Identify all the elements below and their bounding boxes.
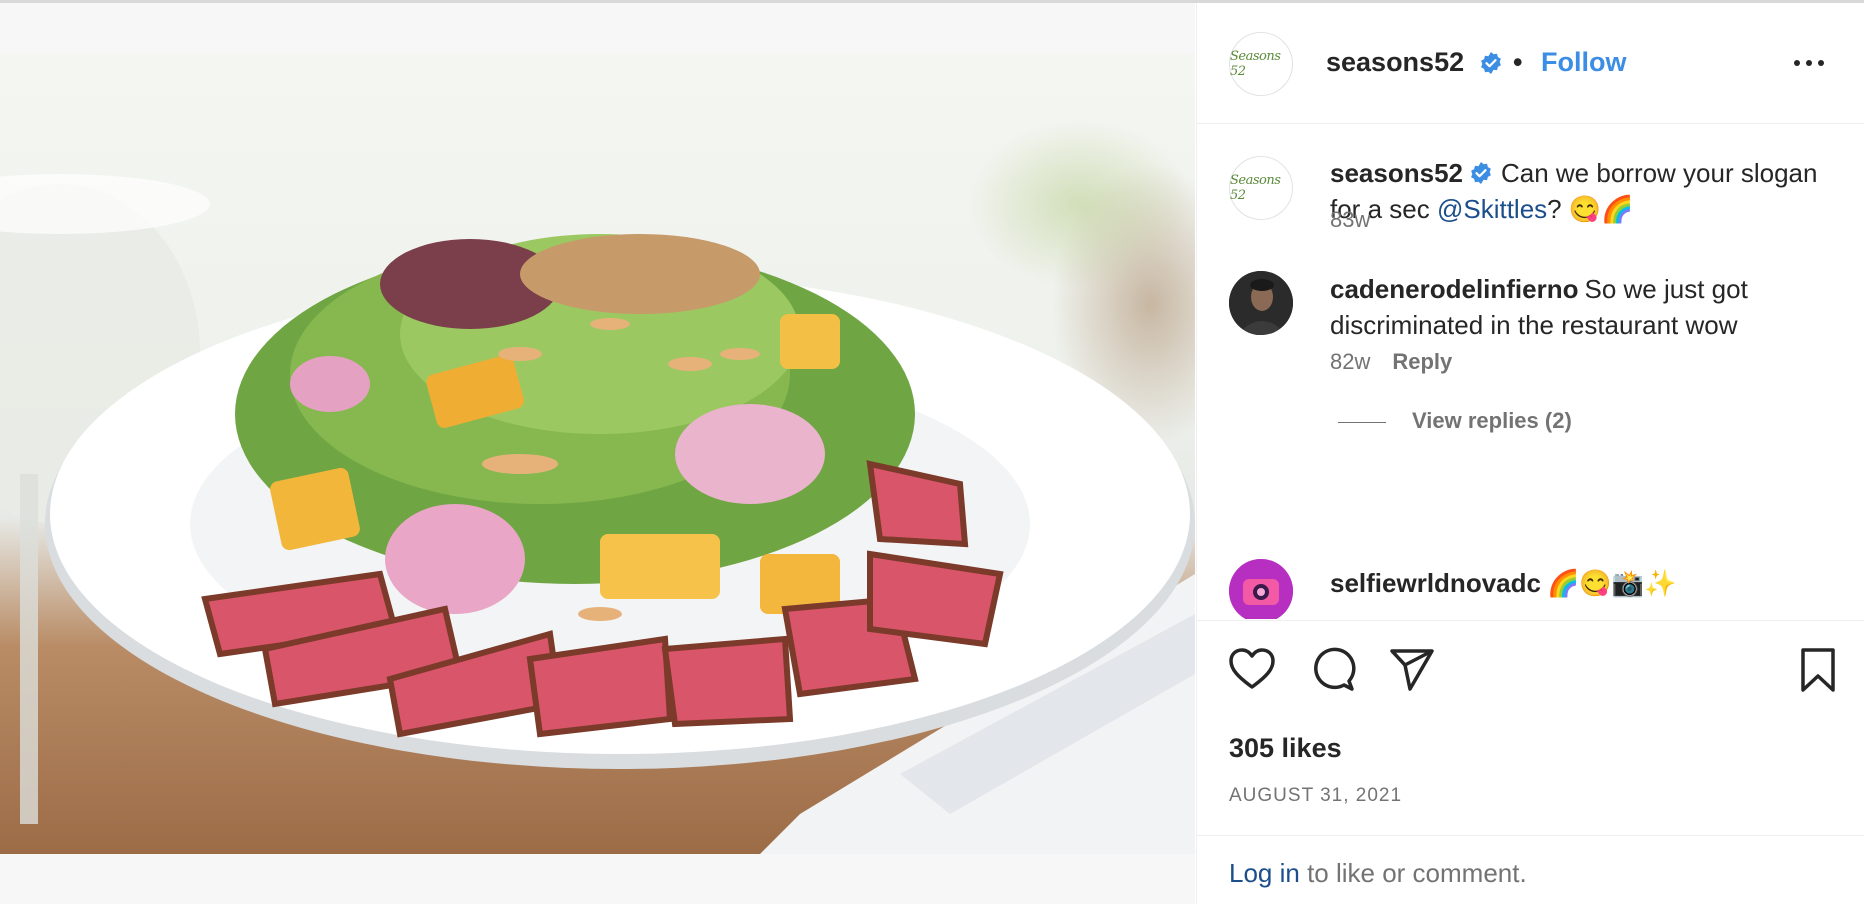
post-photo[interactable] xyxy=(0,54,1195,854)
brand-logo: Seasons 52 xyxy=(1230,173,1281,203)
heart-icon[interactable] xyxy=(1227,645,1277,695)
caption: seasons52 Can we borrow your slogan for a… xyxy=(1330,155,1850,227)
commenter-photo xyxy=(1229,271,1293,335)
post-details-panel: Seasons 52 seasons52 • Follow Seasons 52… xyxy=(1196,3,1864,904)
view-replies-label: View replies (2) xyxy=(1412,408,1572,433)
commenter-avatar[interactable] xyxy=(1229,559,1293,619)
salad-photo-illustration xyxy=(0,174,1195,854)
comment-icon[interactable] xyxy=(1307,645,1357,695)
more-options-icon[interactable] xyxy=(1791,51,1827,75)
caption-text-end: ? 😋🌈 xyxy=(1547,194,1634,224)
caption-meta: 83w xyxy=(1330,207,1370,233)
view-replies-button[interactable]: View replies (2) xyxy=(1338,408,1572,434)
follow-button[interactable]: Follow xyxy=(1541,47,1626,78)
author-username[interactable]: seasons52 xyxy=(1326,47,1464,78)
comment-timestamp[interactable]: 82w xyxy=(1330,349,1370,374)
login-prompt-rest: to like or comment. xyxy=(1299,858,1527,888)
replies-line xyxy=(1338,421,1386,423)
comment-text: 🌈😋📸✨ xyxy=(1546,568,1677,598)
post-media-area xyxy=(0,3,1195,904)
caption-author-avatar[interactable]: Seasons 52 xyxy=(1229,156,1293,220)
login-prompt-text: Log in to like or comment. xyxy=(1229,858,1527,889)
commenter-photo xyxy=(1229,559,1293,619)
verified-badge-icon xyxy=(1471,162,1491,184)
author-avatar[interactable]: Seasons 52 xyxy=(1229,32,1293,96)
caption-timestamp[interactable]: 83w xyxy=(1330,207,1370,232)
verified-badge-icon xyxy=(1481,52,1501,74)
comments-list[interactable]: Seasons 52 seasons52 Can we borrow your s… xyxy=(1197,125,1864,619)
comment-body: cadenerodelinfierno So we just got discri… xyxy=(1330,271,1850,343)
post-header: Seasons 52 seasons52 • Follow xyxy=(1197,3,1864,124)
login-link[interactable]: Log in xyxy=(1229,858,1300,888)
comment-meta: 82w Reply xyxy=(1330,349,1452,375)
reply-button[interactable]: Reply xyxy=(1392,349,1452,374)
mention-link[interactable]: @Skittles xyxy=(1437,194,1547,224)
share-icon[interactable] xyxy=(1387,645,1437,695)
post-actions: 305 likes AUGUST 31, 2021 Log in to like… xyxy=(1197,620,1864,904)
caption-username[interactable]: seasons52 xyxy=(1330,158,1463,188)
login-prompt: Log in to like or comment. xyxy=(1197,835,1864,904)
comment-username[interactable]: selfiewrldnovadc xyxy=(1330,568,1541,598)
brand-logo: Seasons 52 xyxy=(1230,49,1281,79)
likes-count[interactable]: 305 likes xyxy=(1229,733,1342,764)
bookmark-icon[interactable] xyxy=(1793,645,1843,695)
post-date[interactable]: AUGUST 31, 2021 xyxy=(1229,785,1402,807)
comment-body: selfiewrldnovadc 🌈😋📸✨ xyxy=(1330,565,1850,601)
commenter-avatar[interactable] xyxy=(1229,271,1293,335)
comment-username[interactable]: cadenerodelinfierno xyxy=(1330,274,1579,304)
header-separator: • xyxy=(1513,47,1523,77)
